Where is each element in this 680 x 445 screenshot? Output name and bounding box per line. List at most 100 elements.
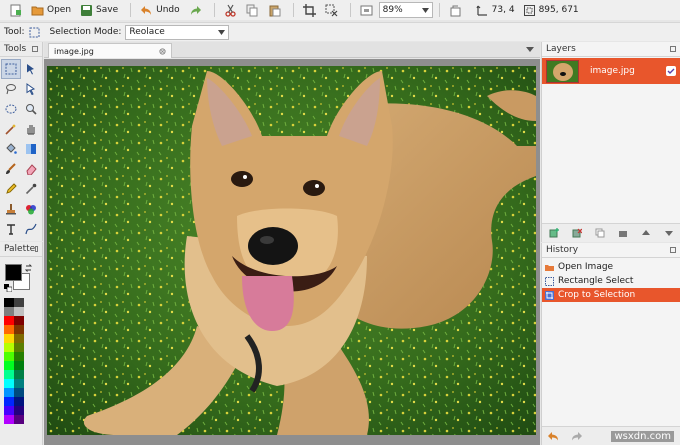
line-curve-tool[interactable]	[21, 219, 41, 239]
clone-stamp-tool[interactable]	[1, 199, 21, 219]
new-button[interactable]	[6, 1, 25, 19]
move-selection-tool[interactable]	[21, 79, 41, 99]
eraser-tool[interactable]	[21, 159, 41, 179]
pencil-tool[interactable]	[1, 179, 21, 199]
save-label: Save	[96, 5, 119, 15]
history-item[interactable]: Rectangle Select	[542, 274, 680, 288]
selection-mode-select[interactable]: Reolace	[125, 24, 230, 40]
image-adjust-button[interactable]	[446, 1, 465, 19]
palette-swatch[interactable]	[4, 352, 14, 361]
palette-swatch[interactable]	[4, 379, 14, 388]
close-icon[interactable]	[159, 47, 166, 55]
scissors-icon	[225, 4, 236, 17]
palette-swatch[interactable]	[4, 298, 14, 307]
tool-label: Tool:	[4, 27, 25, 37]
rectangle-select-icon	[545, 276, 554, 286]
zoom-tool[interactable]	[21, 99, 41, 119]
history-item[interactable]: Open Image	[542, 260, 680, 274]
palette-swatch[interactable]	[4, 334, 14, 343]
deselect-button[interactable]	[322, 1, 341, 19]
palette-swatch[interactable]	[14, 361, 24, 370]
layer-row[interactable]: image.jpg	[542, 58, 680, 84]
magic-wand-tool[interactable]	[1, 119, 21, 139]
gradient-tool[interactable]	[21, 139, 41, 159]
undo-arrow-icon[interactable]	[548, 431, 559, 441]
history-item-selected[interactable]: Crop to Selection	[542, 288, 680, 302]
palette-swatch[interactable]	[4, 343, 14, 352]
chevron-down-icon	[218, 29, 226, 35]
merge-layer-icon[interactable]	[618, 228, 628, 238]
copy-button[interactable]	[243, 1, 262, 19]
palette-swatch[interactable]	[14, 379, 24, 388]
redo-button[interactable]	[186, 1, 205, 19]
palette-swatch[interactable]	[14, 352, 24, 361]
palette-swatch[interactable]	[14, 415, 24, 424]
paste-clipboard-icon	[269, 5, 281, 16]
layers-panel-title: Layers	[546, 44, 576, 54]
palette-swatch[interactable]	[4, 307, 14, 316]
hand-pan-icon	[27, 125, 35, 135]
palette-swatch[interactable]	[4, 370, 14, 379]
move-layer-up-icon[interactable]	[641, 228, 651, 238]
cut-button[interactable]	[221, 1, 240, 19]
rectangle-select-icon[interactable]	[29, 27, 40, 38]
history-list: Open Image Rectangle Select Crop to Sele…	[542, 258, 680, 302]
dog-photo	[47, 66, 536, 435]
color-picker-tool[interactable]	[21, 179, 41, 199]
layer-visibility-checkbox[interactable]	[666, 66, 676, 76]
undo-button[interactable]: Undo	[137, 1, 183, 19]
palette-swatch[interactable]	[14, 325, 24, 334]
save-button[interactable]: Save	[77, 1, 121, 19]
toolbar-divider	[292, 3, 294, 17]
primary-color-swatch[interactable]	[5, 264, 22, 281]
crop-button[interactable]	[300, 1, 319, 19]
open-button[interactable]: Open	[28, 1, 74, 19]
palette-swatch[interactable]	[4, 325, 14, 334]
palette-swatch[interactable]	[14, 370, 24, 379]
panel-dock-icon[interactable]	[670, 46, 676, 52]
palette-swatch[interactable]	[14, 307, 24, 316]
duplicate-layer-icon[interactable]	[595, 228, 605, 238]
panel-dock-icon[interactable]	[35, 246, 38, 252]
palette-swatch[interactable]	[4, 397, 14, 406]
palette-swatch[interactable]	[4, 406, 14, 415]
image-size-value: 895, 671	[538, 5, 579, 15]
palette-swatch[interactable]	[14, 334, 24, 343]
zoom-out-button[interactable]	[357, 1, 376, 19]
add-layer-icon[interactable]	[549, 228, 559, 238]
text-tool[interactable]	[1, 219, 21, 239]
paint-bucket-tool[interactable]	[1, 139, 21, 159]
palette-swatch[interactable]	[14, 397, 24, 406]
rectangle-select-tool[interactable]	[1, 59, 21, 79]
palette-swatch[interactable]	[4, 388, 14, 397]
palette-swatch[interactable]	[4, 361, 14, 370]
swap-colors-icon[interactable]	[25, 264, 33, 272]
layers-panel-toolbar	[542, 223, 680, 242]
redo-arrow-icon	[190, 5, 201, 15]
panel-dock-icon[interactable]	[32, 46, 38, 52]
palette-swatch[interactable]	[14, 343, 24, 352]
ellipse-select-tool[interactable]	[1, 99, 21, 119]
zoom-select[interactable]: 89%	[378, 2, 433, 18]
palette-swatch[interactable]	[14, 406, 24, 415]
paste-button[interactable]	[265, 1, 284, 19]
redo-arrow-icon[interactable]	[571, 431, 582, 441]
palette-swatch[interactable]	[4, 316, 14, 325]
document-tab[interactable]: image.jpg	[48, 43, 172, 58]
delete-layer-icon[interactable]	[572, 228, 582, 238]
image-canvas[interactable]	[47, 66, 536, 435]
palette-swatch[interactable]	[14, 388, 24, 397]
pan-tool[interactable]	[21, 119, 41, 139]
eyedropper-icon	[25, 183, 37, 195]
move-layer-down-icon[interactable]	[664, 228, 674, 238]
move-selected-tool[interactable]	[21, 59, 41, 79]
panel-dock-icon[interactable]	[670, 247, 676, 253]
recolor-tool[interactable]	[21, 199, 41, 219]
reset-colors-icon[interactable]	[4, 284, 12, 292]
palette-swatch[interactable]	[4, 415, 14, 424]
tab-list-chevron-icon[interactable]	[526, 47, 534, 52]
palette-swatch[interactable]	[14, 298, 24, 307]
paintbrush-tool[interactable]	[1, 159, 21, 179]
lasso-select-tool[interactable]	[1, 79, 21, 99]
palette-swatch[interactable]	[14, 316, 24, 325]
